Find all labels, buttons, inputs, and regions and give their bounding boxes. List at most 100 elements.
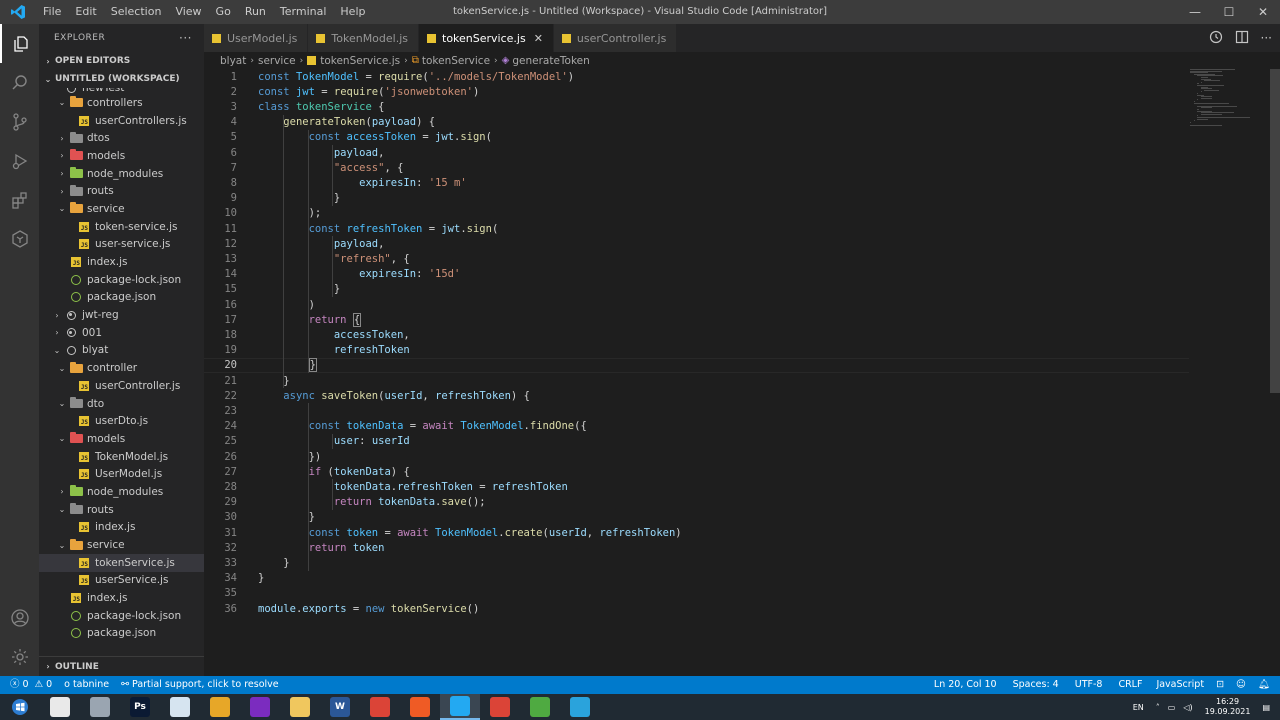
menu-selection[interactable]: Selection bbox=[104, 0, 169, 24]
menu-terminal[interactable]: Terminal bbox=[273, 0, 334, 24]
live-share-icon[interactable]: ⊡ bbox=[1210, 676, 1230, 694]
code-line[interactable]: 35 bbox=[204, 586, 1189, 601]
tree-item[interactable]: JS userControllers.js bbox=[39, 112, 204, 130]
vscode-logo-icon[interactable] bbox=[0, 0, 36, 24]
code-line[interactable]: 15 } bbox=[204, 282, 1189, 297]
task-app-vscode[interactable] bbox=[440, 694, 480, 720]
tree-item[interactable]: JS userDto.js bbox=[39, 412, 204, 430]
tree-item[interactable]: ⌄ service bbox=[39, 536, 204, 554]
task-app-chrome[interactable] bbox=[360, 694, 400, 720]
tree-item[interactable]: › models bbox=[39, 147, 204, 165]
code-editor[interactable]: 1 const TokenModel = require('../models/T… bbox=[204, 69, 1266, 676]
extensions-icon[interactable] bbox=[0, 180, 39, 219]
code-line[interactable]: 2 const jwt = require('jsonwebtoken') bbox=[204, 84, 1189, 99]
code-line[interactable]: 23 bbox=[204, 403, 1189, 418]
code-line[interactable]: 11 const refreshToken = jwt.sign( bbox=[204, 221, 1189, 236]
partial-support-status[interactable]: ⚯ Partial support, click to resolve bbox=[115, 676, 285, 694]
tree-item[interactable]: › routs bbox=[39, 182, 204, 200]
code-line[interactable]: 17 return { bbox=[204, 312, 1189, 327]
menu-edit[interactable]: Edit bbox=[68, 0, 103, 24]
code-line[interactable]: 25 user: userId bbox=[204, 434, 1189, 449]
action-center-icon[interactable]: ▤ bbox=[1258, 703, 1280, 712]
notifications-icon[interactable]: 🔔︎ bbox=[1252, 676, 1280, 694]
menu-view[interactable]: View bbox=[168, 0, 208, 24]
maximize-button[interactable]: ☐ bbox=[1212, 0, 1246, 24]
settings-gear-icon[interactable] bbox=[0, 637, 39, 676]
code-line[interactable]: 27 if (tokenData) { bbox=[204, 464, 1189, 479]
task-app-notepad[interactable] bbox=[160, 694, 200, 720]
tree-item[interactable]: › node_modules bbox=[39, 165, 204, 183]
indentation-status[interactable]: Spaces: 4 bbox=[1007, 676, 1069, 694]
tree-item[interactable]: ⌄ routs bbox=[39, 501, 204, 519]
eol-status[interactable]: CRLF bbox=[1112, 676, 1150, 694]
code-line[interactable]: 14 expiresIn: '15d' bbox=[204, 267, 1189, 282]
code-line[interactable]: 34} bbox=[204, 571, 1189, 586]
code-line[interactable]: 18 accessToken, bbox=[204, 327, 1189, 342]
cursor-position[interactable]: Ln 20, Col 10 bbox=[928, 676, 1007, 694]
menu-run[interactable]: Run bbox=[238, 0, 273, 24]
more-editor-actions-icon[interactable]: ··· bbox=[1261, 31, 1272, 45]
split-editor-icon[interactable] bbox=[1235, 30, 1249, 47]
code-line[interactable]: 20 } bbox=[204, 357, 1189, 373]
encoding-status[interactable]: UTF-8 bbox=[1069, 676, 1113, 694]
outline-section[interactable]: › OUTLINE bbox=[39, 656, 204, 676]
menu-file[interactable]: File bbox=[36, 0, 68, 24]
start-button[interactable] bbox=[0, 694, 40, 720]
code-line[interactable]: 22 async saveToken(userId, refreshToken)… bbox=[204, 388, 1189, 403]
tree-item[interactable]: JS userController.js bbox=[39, 377, 204, 395]
code-line[interactable]: 4 generateToken(payload) { bbox=[204, 115, 1189, 130]
code-line[interactable]: 28 tokenData.refreshToken = refreshToken bbox=[204, 479, 1189, 494]
timeline-icon[interactable] bbox=[1209, 30, 1223, 47]
tree-item[interactable]: ⌄ dto bbox=[39, 395, 204, 413]
code-line[interactable]: 36 module.exports = new tokenService() bbox=[204, 601, 1189, 616]
code-line[interactable]: 24 const tokenData = await TokenModel.fi… bbox=[204, 419, 1189, 434]
run-debug-icon[interactable] bbox=[0, 141, 39, 180]
breadcrumb-item-service[interactable]: service bbox=[258, 55, 296, 67]
close-window-button[interactable]: ✕ bbox=[1246, 0, 1280, 24]
tree-item[interactable]: JS index.js bbox=[39, 253, 204, 271]
scrollbar-thumb[interactable] bbox=[1270, 69, 1280, 393]
code-line[interactable]: 8 expiresIn: '15 m' bbox=[204, 175, 1189, 190]
tree-item[interactable]: JS userService.js bbox=[39, 572, 204, 590]
breadcrumb-item-file[interactable]: tokenService.js bbox=[320, 55, 400, 67]
task-app-telegram[interactable] bbox=[560, 694, 600, 720]
tree-item[interactable]: JS index.js bbox=[39, 589, 204, 607]
tree-item[interactable]: JS TokenModel.js bbox=[39, 448, 204, 466]
open-editors-section[interactable]: › OPEN EDITORS bbox=[39, 52, 204, 70]
editor-tab[interactable]: UserModel.js bbox=[204, 24, 309, 52]
minimap[interactable] bbox=[1190, 69, 1260, 129]
editor-tab[interactable]: userController.js bbox=[553, 24, 678, 52]
code-line[interactable]: 19 refreshToken bbox=[204, 343, 1189, 358]
remote-explorer-icon[interactable] bbox=[0, 219, 39, 258]
code-line[interactable]: 6 payload, bbox=[204, 145, 1189, 160]
tree-item[interactable]: package.json bbox=[39, 289, 204, 307]
code-line[interactable]: 29 return tokenData.save(); bbox=[204, 495, 1189, 510]
task-app-word[interactable]: W bbox=[320, 694, 360, 720]
code-line[interactable]: 12 payload, bbox=[204, 236, 1189, 251]
editor-tab[interactable]: tokenService.js ✕ bbox=[419, 24, 554, 52]
tree-item[interactable]: ⌄ models bbox=[39, 430, 204, 448]
editor-tab[interactable]: TokenModel.js bbox=[308, 24, 419, 52]
tray-expand-icon[interactable]: ˄ bbox=[1152, 703, 1164, 712]
task-app-chrome-2[interactable] bbox=[480, 694, 520, 720]
tree-item[interactable]: package.json bbox=[39, 625, 204, 643]
task-app-podcast[interactable] bbox=[240, 694, 280, 720]
breadcrumb-item-method[interactable]: generateToken bbox=[512, 55, 589, 67]
code-line[interactable]: 1 const TokenModel = require('../models/T… bbox=[204, 69, 1189, 84]
tree-item[interactable]: › node_modules bbox=[39, 483, 204, 501]
language-indicator[interactable]: EN bbox=[1125, 703, 1152, 712]
task-app-media[interactable] bbox=[200, 694, 240, 720]
tabnine-status[interactable]: o tabnine bbox=[58, 676, 115, 694]
tree-item[interactable]: JS token-service.js bbox=[39, 218, 204, 236]
workspace-section[interactable]: ⌄ UNTITLED (WORKSPACE) bbox=[39, 70, 204, 88]
code-line[interactable]: 30 } bbox=[204, 510, 1189, 525]
volume-icon[interactable]: ◁) bbox=[1179, 703, 1196, 712]
code-line[interactable]: 5 const accessToken = jwt.sign( bbox=[204, 130, 1189, 145]
menu-go[interactable]: Go bbox=[209, 0, 238, 24]
tree-item[interactable]: › 001 bbox=[39, 324, 204, 342]
code-line[interactable]: 26 }) bbox=[204, 449, 1189, 464]
code-line[interactable]: 13 "refresh", { bbox=[204, 251, 1189, 266]
feedback-icon[interactable]: ☺ bbox=[1230, 676, 1252, 694]
task-app-explorer[interactable] bbox=[280, 694, 320, 720]
tree-item[interactable]: JS user-service.js bbox=[39, 236, 204, 254]
